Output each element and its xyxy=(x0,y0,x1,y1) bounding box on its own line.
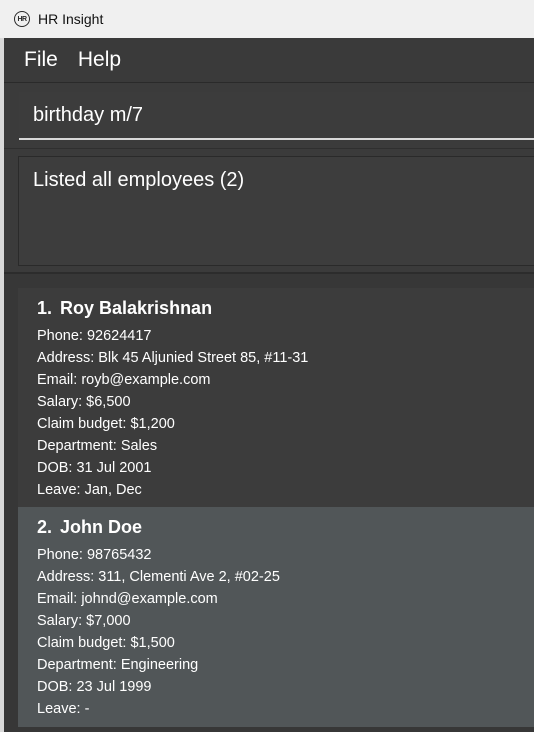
window-title: HR Insight xyxy=(38,11,104,27)
employee-salary: Salary: $6,500 xyxy=(37,394,131,410)
employee-department: Department: Sales xyxy=(37,438,158,454)
employee-card-1[interactable]: 1. Roy Balakrishnan Phone: 92624417 Addre… xyxy=(18,288,534,508)
employee-email: Email: johnd@example.com xyxy=(37,591,218,607)
employee-dob: DOB: 23 Jul 1999 xyxy=(37,679,152,695)
employee-index: 1. xyxy=(37,298,53,318)
employee-leave: Leave: Jan, Dec xyxy=(37,482,142,498)
menu-divider xyxy=(4,82,534,83)
employee-dob: DOB: 31 Jul 2001 xyxy=(37,460,152,476)
hr-logo-icon: HR xyxy=(14,11,30,27)
employee-leave: Leave: - xyxy=(37,701,90,717)
employee-claim-budget: Claim budget: $1,200 xyxy=(37,416,175,432)
employee-phone: Phone: 92624417 xyxy=(37,328,152,344)
menu-bar: File Help xyxy=(4,38,534,82)
employee-list[interactable]: 1. Roy Balakrishnan Phone: 92624417 Addre… xyxy=(4,274,534,732)
employee-title: 1. Roy Balakrishnan xyxy=(37,298,212,319)
app-window: HR HR Insight File Help Listed all emplo… xyxy=(0,0,534,732)
employee-department: Department: Engineering xyxy=(37,657,199,673)
employee-name: Roy Balakrishnan xyxy=(60,298,213,318)
employee-name: John Doe xyxy=(60,517,143,537)
command-input[interactable] xyxy=(19,102,525,128)
employee-title: 2. John Doe xyxy=(37,517,142,538)
employee-email: Email: royb@example.com xyxy=(37,372,211,388)
employee-phone: Phone: 98765432 xyxy=(37,547,152,563)
command-box xyxy=(19,92,534,140)
employee-card-2[interactable]: 2. John Doe Phone: 98765432 Address: 311,… xyxy=(18,507,534,727)
result-message: Listed all employees (2) xyxy=(33,169,245,191)
employee-address: Address: 311, Clementi Ave 2, #02-25 xyxy=(37,569,280,585)
employee-claim-budget: Claim budget: $1,500 xyxy=(37,635,175,651)
employee-salary: Salary: $7,000 xyxy=(37,613,131,629)
employee-address: Address: Blk 45 Aljunied Street 85, #11-… xyxy=(37,350,309,366)
title-bar: HR HR Insight xyxy=(0,0,534,38)
result-display[interactable]: Listed all employees (2) xyxy=(18,156,534,266)
menu-file[interactable]: File xyxy=(14,48,68,72)
menu-help[interactable]: Help xyxy=(68,48,131,72)
divider xyxy=(4,148,534,149)
employee-index: 2. xyxy=(37,517,53,537)
